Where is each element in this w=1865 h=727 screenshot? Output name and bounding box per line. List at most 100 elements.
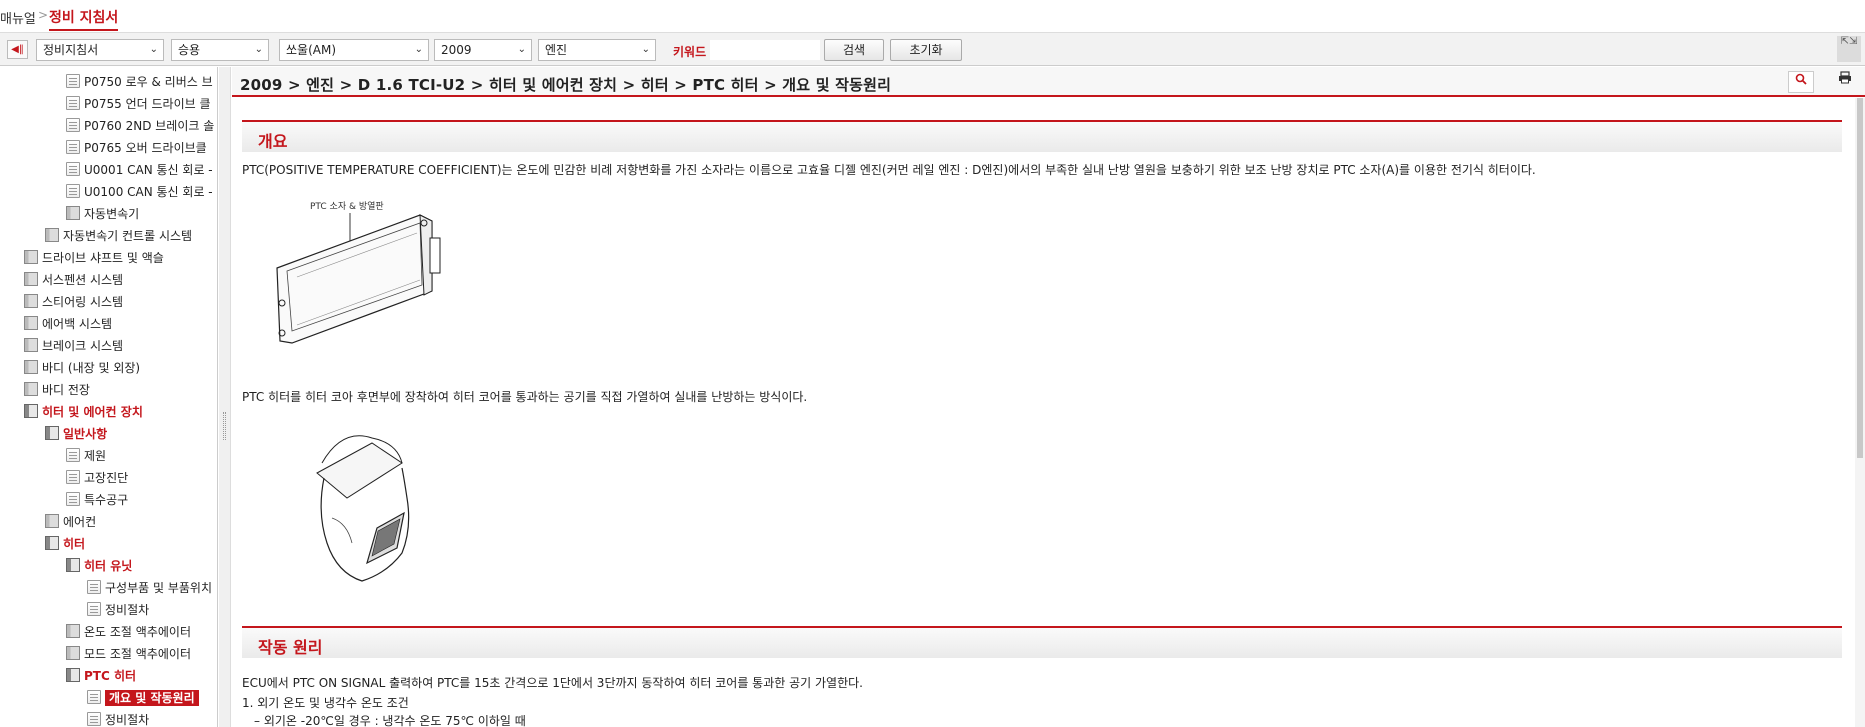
sidebar-item-label: 히터 유닛 bbox=[84, 559, 133, 573]
sidebar-tree-item[interactable]: U0100 CAN 통신 회로 - bbox=[66, 183, 213, 201]
sidebar-tree-item[interactable]: 제원 bbox=[66, 447, 106, 465]
sidebar-tree-item[interactable]: 바디 (내장 및 외장) bbox=[24, 359, 140, 377]
sidebar-item-label: U0100 CAN 통신 회로 - bbox=[84, 185, 213, 199]
manual-type-select[interactable]: 정비지침서 ⌄ bbox=[36, 39, 164, 61]
sidebar-tree-item[interactable]: 에어백 시스템 bbox=[24, 315, 112, 333]
sidebar-tree-item[interactable]: 온도 조절 액추에이터 bbox=[66, 623, 191, 641]
sidebar-item-label: 정비절차 bbox=[105, 603, 150, 617]
engine-value: 엔진 bbox=[545, 43, 568, 57]
sidebar-tree-item[interactable]: 스티어링 시스템 bbox=[24, 293, 123, 311]
sidebar-item-label: 스티어링 시스템 bbox=[42, 295, 124, 309]
sidebar-tree-item[interactable]: 에어컨 bbox=[45, 513, 96, 531]
sidebar-tree-item[interactable]: 히터 bbox=[45, 535, 85, 553]
sidebar-tree-item[interactable]: U0001 CAN 통신 회로 - bbox=[66, 161, 213, 179]
collapse-sidebar-icon[interactable]: ◀‖ bbox=[7, 40, 28, 59]
sidebar-tree-item[interactable]: 일반사항 bbox=[45, 425, 107, 443]
sidebar-tree-item[interactable]: P0765 오버 드라이브클 bbox=[66, 139, 207, 157]
content-body: 개요 PTC(POSITIVE TEMPERATURE COEFFICIENT)… bbox=[232, 98, 1852, 727]
book-icon bbox=[24, 360, 38, 374]
breadcrumb-manual[interactable]: 매뉴얼 bbox=[0, 8, 36, 27]
book-icon bbox=[45, 514, 59, 528]
chevron-down-icon: ⌄ bbox=[517, 44, 526, 55]
sidebar-item-label: 바디 전장 bbox=[42, 383, 90, 397]
print-icon[interactable] bbox=[1832, 71, 1858, 93]
figure-callout-label: PTC 소자 & 방열판 bbox=[310, 201, 384, 212]
sidebar-tree-item[interactable]: 자동변속기 bbox=[66, 205, 139, 223]
search-button[interactable]: 검색 bbox=[824, 39, 884, 61]
content-scrollbar[interactable] bbox=[1855, 98, 1865, 727]
sidebar-item-label: 제원 bbox=[84, 449, 107, 463]
keyword-label: 키워드 bbox=[673, 45, 707, 59]
document-icon bbox=[87, 690, 101, 704]
sidebar-item-label: PTC 히터 bbox=[84, 669, 137, 683]
sidebar-tree-item[interactable]: 개요 및 작동원리 bbox=[87, 689, 199, 707]
sidebar-tree-item[interactable]: 브레이크 시스템 bbox=[24, 337, 123, 355]
book-icon bbox=[24, 382, 38, 396]
manual-type-value: 정비지침서 bbox=[43, 43, 99, 57]
sidebar-tree-item[interactable]: 모드 조절 액추에이터 bbox=[66, 645, 191, 663]
chevron-down-icon: ⌄ bbox=[641, 44, 650, 55]
open-book-icon bbox=[45, 536, 59, 550]
content-header: 2009 > 엔진 > D 1.6 TCI-U2 > 히터 및 에어컨 장치 >… bbox=[232, 67, 1865, 97]
document-icon bbox=[66, 118, 80, 132]
sidebar-tree-item[interactable]: 드라이브 샤프트 및 액슬 bbox=[24, 249, 164, 267]
sidebar-tree-item[interactable]: 정비절차 bbox=[87, 601, 149, 619]
year-select[interactable]: 2009 ⌄ bbox=[434, 39, 532, 61]
section-title-text: 개요 bbox=[258, 132, 288, 151]
document-icon bbox=[66, 96, 80, 110]
splitter-grip-icon[interactable] bbox=[223, 412, 226, 440]
book-icon bbox=[24, 272, 38, 286]
document-icon bbox=[66, 140, 80, 154]
open-book-icon bbox=[66, 558, 80, 572]
vehicle-class-value: 승용 bbox=[178, 43, 201, 57]
sidebar-item-label: 자동변속기 bbox=[84, 207, 140, 221]
engine-select[interactable]: 엔진 ⌄ bbox=[538, 39, 656, 61]
sidebar-tree-item[interactable]: P0750 로우 & 리버스 브 bbox=[66, 73, 213, 91]
sidebar-tree-item[interactable]: 히터 및 에어컨 장치 bbox=[24, 403, 143, 421]
open-book-icon bbox=[66, 668, 80, 682]
operation-paragraph: ECU에서 PTC ON SIGNAL 출력하여 PTC를 15초 간격으로 1… bbox=[242, 676, 863, 690]
document-icon bbox=[87, 712, 101, 726]
sidebar-tree-item[interactable]: 바디 전장 bbox=[24, 381, 90, 399]
sidebar-tree: P0750 로우 & 리버스 브 P0755 언더 드라이브 클 P0760 2ND… bbox=[0, 67, 218, 727]
sidebar-item-label: 모드 조절 액추에이터 bbox=[84, 647, 191, 661]
sidebar-item-label: 에어백 시스템 bbox=[42, 317, 113, 331]
pane-splitter[interactable] bbox=[219, 67, 231, 727]
sidebar-tree-item[interactable]: 정비절차 bbox=[87, 711, 149, 727]
sidebar-tree-item[interactable]: 특수공구 bbox=[66, 491, 128, 509]
sidebar-scrollbar[interactable] bbox=[217, 434, 218, 694]
sidebar-tree-item[interactable]: 자동변속기 컨트롤 시스템 bbox=[45, 227, 192, 245]
document-icon bbox=[66, 74, 80, 88]
sidebar-tree-item[interactable]: P0760 2ND 브레이크 솔 bbox=[66, 117, 214, 135]
keyword-input[interactable] bbox=[710, 40, 820, 60]
book-icon bbox=[24, 250, 38, 264]
sidebar-tree-item[interactable]: PTC 히터 bbox=[66, 667, 136, 685]
sidebar-item-label: 정비절차 bbox=[105, 713, 150, 727]
open-book-icon bbox=[24, 404, 38, 418]
section-title-text: 작동 원리 bbox=[258, 638, 323, 657]
sidebar-tree-item[interactable]: 서스펜션 시스템 bbox=[24, 271, 123, 289]
sidebar-item-label: 드라이브 샤프트 및 액슬 bbox=[42, 251, 164, 265]
sidebar-tree-item[interactable]: 히터 유닛 bbox=[66, 557, 132, 575]
search-icon[interactable] bbox=[1788, 71, 1814, 93]
mounting-paragraph: PTC 히터를 히터 코아 후면부에 장착하여 히터 코어를 통과하는 공기를 … bbox=[242, 390, 808, 404]
condition-item: – 외기온 -20℃일 경우 : 냉각수 온도 75℃ 이하일 때 bbox=[254, 714, 526, 727]
content-breadcrumb: 2009 > 엔진 > D 1.6 TCI-U2 > 히터 및 에어컨 장치 >… bbox=[240, 76, 892, 94]
sidebar-tree-item[interactable]: P0755 언더 드라이브 클 bbox=[66, 95, 211, 113]
condition-heading: 1. 외기 온도 및 냉각수 온도 조건 bbox=[242, 696, 409, 710]
breadcrumb-service-manual[interactable]: 정비 지침서 bbox=[49, 7, 119, 31]
book-icon bbox=[66, 206, 80, 220]
sidebar-item-label: U0001 CAN 통신 회로 - bbox=[84, 163, 213, 177]
sidebar-item-label: 구성부품 및 부품위치 bbox=[105, 581, 212, 595]
reset-button[interactable]: 초기화 bbox=[890, 39, 962, 61]
sidebar-item-label: 고장진단 bbox=[84, 471, 129, 485]
model-select[interactable]: 쏘울(AM) ⌄ bbox=[279, 39, 429, 61]
expand-icon[interactable]: ⇱⇲ bbox=[1837, 36, 1861, 62]
content-scrollbar-thumb[interactable] bbox=[1857, 98, 1863, 458]
document-icon bbox=[87, 580, 101, 594]
book-icon bbox=[24, 316, 38, 330]
sidebar-tree-item[interactable]: 고장진단 bbox=[66, 469, 128, 487]
vehicle-class-select[interactable]: 승용 ⌄ bbox=[171, 39, 269, 61]
document-icon bbox=[66, 162, 80, 176]
sidebar-tree-item[interactable]: 구성부품 및 부품위치 bbox=[87, 579, 212, 597]
